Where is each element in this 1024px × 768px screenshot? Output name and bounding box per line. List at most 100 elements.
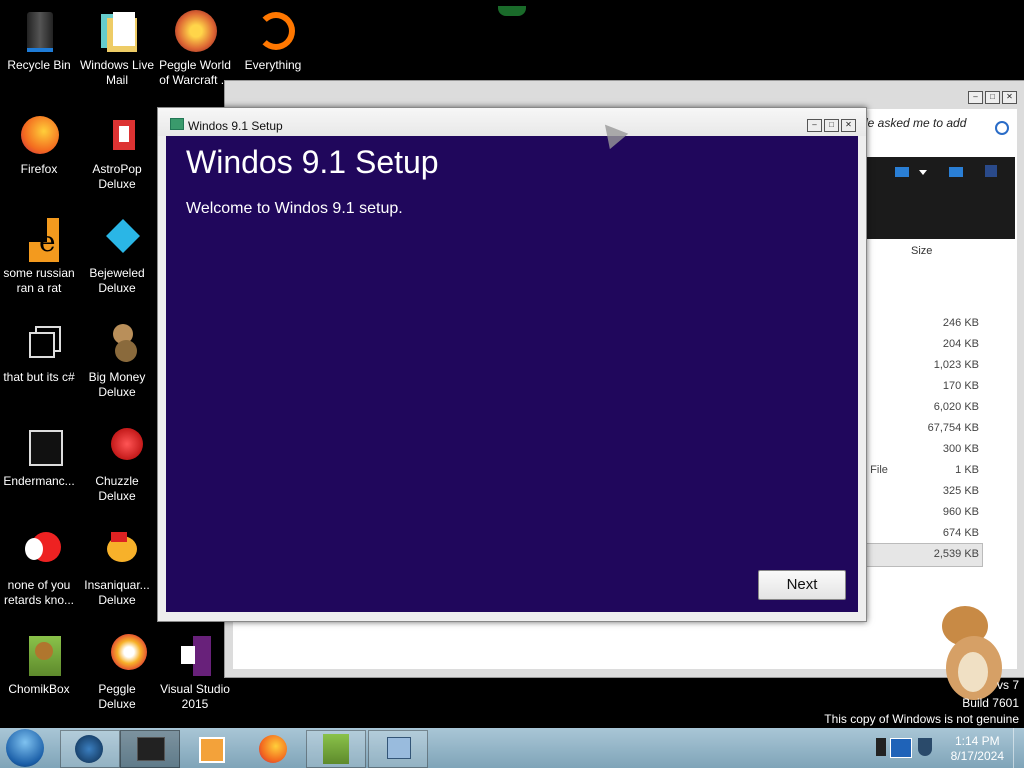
- search-input[interactable]: le asked me to add: [861, 111, 1017, 135]
- desktop-icon-bejeweled[interactable]: Bejeweled Deluxe: [78, 212, 156, 296]
- minimize-icon[interactable]: –: [968, 91, 983, 104]
- help-icon[interactable]: [985, 165, 997, 177]
- chomikbox-icon: [15, 632, 63, 680]
- setup-app-icon: [170, 118, 184, 130]
- search-icon[interactable]: [995, 121, 1009, 135]
- setup-window[interactable]: Windos 9.1 Setup – □ ✕ Windos 9.1 Setup …: [157, 107, 867, 622]
- chuzzle-icon: [93, 424, 143, 472]
- next-button[interactable]: Next: [758, 570, 846, 600]
- desktop-icon-that-but-csharp[interactable]: that but its c#: [0, 316, 78, 385]
- file-size: 2,539 KB: [933, 548, 979, 560]
- desktop-icon-label: Endermanc...: [3, 474, 75, 488]
- desktop-icon-label: Chuzzle Deluxe: [95, 474, 139, 503]
- taskbar-item-globe[interactable]: [60, 730, 120, 768]
- globe-icon: [75, 735, 103, 763]
- desktop-icon-insaniquarium[interactable]: Insaniquar... Deluxe: [78, 524, 156, 608]
- taskbar-item-app-window[interactable]: [120, 730, 180, 768]
- preview-pane-icon[interactable]: [949, 167, 963, 177]
- desktop-icon-label: AstroPop Deluxe: [92, 162, 142, 191]
- desktop-icon-windows-live-mail[interactable]: Windows Live Mail: [78, 4, 156, 88]
- desktop-icon-chomikbox[interactable]: ChomikBox: [0, 628, 78, 697]
- start-orb-icon[interactable]: [6, 729, 44, 767]
- desktop-icon-label: none of you retards kno...: [3, 578, 75, 607]
- firefox-icon: [15, 112, 63, 160]
- desktop-icon-label: Firefox: [20, 162, 58, 176]
- visual-studio-icon: [171, 632, 219, 680]
- show-desktop-button[interactable]: [1013, 728, 1024, 768]
- setup-icon: [387, 737, 411, 759]
- view-icon[interactable]: [895, 167, 909, 177]
- file-size: 67,754 KB: [927, 422, 979, 434]
- setup-window-controls: – □ ✕: [807, 119, 856, 132]
- setup-heading: Windos 9.1 Setup: [186, 144, 439, 180]
- chomikbox-icon: [323, 734, 349, 764]
- maximize-icon[interactable]: □: [985, 91, 1000, 104]
- desktop-icon-visual-studio[interactable]: Visual Studio 2015: [156, 628, 234, 712]
- top-gadget-icon: [498, 6, 526, 16]
- file-size: 674 KB: [942, 527, 979, 539]
- bejeweled-icon: [93, 216, 141, 264]
- media-player-icon: [199, 737, 225, 763]
- setup-content: Windos 9.1 Setup Welcome to Windos 9.1 s…: [166, 136, 858, 612]
- hamster-mascot-icon: [938, 606, 1004, 702]
- close-icon[interactable]: ✕: [1002, 91, 1017, 104]
- recycle-bin-icon: [15, 8, 63, 56]
- close-icon[interactable]: ✕: [841, 119, 856, 132]
- minimize-icon[interactable]: –: [807, 119, 822, 132]
- desktop-icon-label: Everything: [244, 58, 302, 72]
- watermark-os: vs 7: [996, 678, 1019, 692]
- clock-time: 1:14 PM: [954, 734, 1000, 748]
- taskbar-item-setup[interactable]: [368, 730, 428, 768]
- watermark-not-genuine: This copy of Windows is not genuine: [824, 712, 1019, 726]
- file-size: 170 KB: [942, 380, 979, 392]
- tray-display-icon[interactable]: [890, 738, 912, 758]
- desktop-icon-none-of-you[interactable]: none of you retards kno...: [0, 524, 78, 608]
- file-size: 960 KB: [942, 506, 979, 518]
- everything-search-icon: [249, 8, 297, 56]
- tray-shield-icon[interactable]: [918, 738, 932, 756]
- desktop-icon-astropop[interactable]: AstroPop Deluxe: [78, 108, 156, 192]
- maximize-icon[interactable]: □: [824, 119, 839, 132]
- file-size: 6,020 KB: [933, 401, 979, 413]
- taskbar-item-chomikbox[interactable]: [306, 730, 366, 768]
- desktop-icon-firefox[interactable]: Firefox: [0, 108, 78, 177]
- desktop-icon-chuzzle[interactable]: Chuzzle Deluxe: [78, 420, 156, 504]
- desktop-icon-label: Insaniquar... Deluxe: [84, 578, 150, 607]
- desktop-icon-peggle-wow[interactable]: Peggle World of Warcraft ...: [156, 4, 234, 88]
- bird-icon: [15, 528, 63, 576]
- chevron-down-icon[interactable]: [919, 170, 927, 175]
- peggle-icon: [93, 632, 147, 680]
- desktop-icon-endermanch[interactable]: Endermanc...: [0, 420, 78, 489]
- desktop-icon-big-money[interactable]: Big Money Deluxe: [78, 316, 156, 400]
- desktop-icon-label: ChomikBox: [8, 682, 70, 696]
- clock-date: 8/17/2024: [950, 749, 1004, 763]
- desktop-icon-label: some russian ran a rat: [3, 266, 75, 295]
- desktop-icon-peggle[interactable]: Peggle Deluxe: [78, 628, 156, 712]
- watermark-build: Build 7601: [962, 696, 1019, 710]
- desktop-icon-label: Windows Live Mail: [79, 58, 155, 87]
- file-size: 300 KB: [942, 443, 979, 455]
- astropop-icon: [93, 112, 141, 160]
- endermanch-icon: [15, 424, 63, 472]
- big-money-icon: [93, 320, 141, 368]
- welcome-text: Welcome to Windos 9.1 setup.: [186, 200, 403, 217]
- tray-network-icon[interactable]: [876, 738, 886, 756]
- taskbar-item-media-player[interactable]: [182, 730, 242, 768]
- clock[interactable]: 1:14 PM 8/17/2024: [951, 734, 1004, 764]
- file-size: 1 KB: [955, 464, 979, 476]
- copy-windows-icon: [15, 320, 63, 368]
- windows-live-mail-icon: [93, 8, 141, 56]
- desktop-icon-everything[interactable]: Everything: [234, 4, 312, 73]
- file-e-icon: e: [15, 216, 63, 264]
- insaniquarium-icon: [93, 528, 141, 576]
- taskbar-item-firefox[interactable]: [244, 730, 304, 768]
- desktop-icon-russian-rat[interactable]: e some russian ran a rat: [0, 212, 78, 296]
- peggle-wow-icon: [171, 8, 219, 56]
- column-header-size[interactable]: Size: [911, 245, 932, 257]
- explorer-window-controls: – □ ✕: [968, 91, 1017, 104]
- file-size: 1,023 KB: [933, 359, 979, 371]
- desktop-icon-recycle-bin[interactable]: Recycle Bin: [0, 4, 78, 73]
- desktop-icon-label: Bejeweled Deluxe: [89, 266, 145, 295]
- desktop-icon-label: Visual Studio 2015: [160, 682, 230, 711]
- setup-titlebar[interactable]: Windos 9.1 Setup – □ ✕: [158, 108, 866, 136]
